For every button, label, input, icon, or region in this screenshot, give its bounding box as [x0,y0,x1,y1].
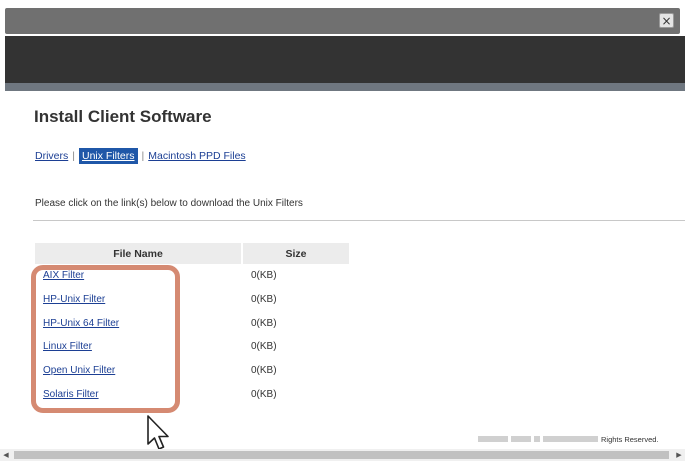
redacted-text [543,436,598,442]
redacted-text [478,436,508,442]
tab-unix-filters[interactable]: Unix Filters [78,148,138,164]
tab-drivers[interactable]: Drivers [35,150,68,162]
divider [33,220,685,221]
redacted-text [534,436,540,442]
close-icon[interactable]: × [659,13,674,28]
mouse-pointer-icon [147,415,169,450]
app-header [5,36,685,83]
horizontal-scrollbar[interactable]: ◀ ▶ [0,449,685,461]
highlight-frame [31,265,180,413]
tab-separator: | [141,150,145,162]
tab-separator: | [72,150,75,162]
file-size: 0(KB) [251,317,277,329]
file-size: 0(KB) [251,270,277,282]
scrollbar-thumb[interactable] [14,451,669,459]
footer-copyright: Rights Reserved. [478,434,659,444]
column-header-size: Size [243,243,349,264]
table-header: File Name Size [35,243,349,264]
footer-text: Rights Reserved. [601,434,659,444]
scroll-left-icon[interactable]: ◀ [0,449,12,461]
file-size: 0(KB) [251,294,277,306]
scroll-right-icon[interactable]: ▶ [673,449,685,461]
redacted-text [511,436,531,442]
tab-bar: Drivers | Unix Filters | Macintosh PPD F… [35,148,246,164]
column-header-file-name: File Name [35,243,241,264]
file-size: 0(KB) [251,341,277,353]
instructions-text: Please click on the link(s) below to dow… [35,198,303,209]
header-subbar [5,83,685,91]
dialog-title-bar: × [5,8,680,34]
tab-macintosh-ppd-files[interactable]: Macintosh PPD Files [148,150,245,162]
file-size: 0(KB) [251,388,277,400]
page-title: Install Client Software [34,107,212,126]
file-size: 0(KB) [251,365,277,377]
